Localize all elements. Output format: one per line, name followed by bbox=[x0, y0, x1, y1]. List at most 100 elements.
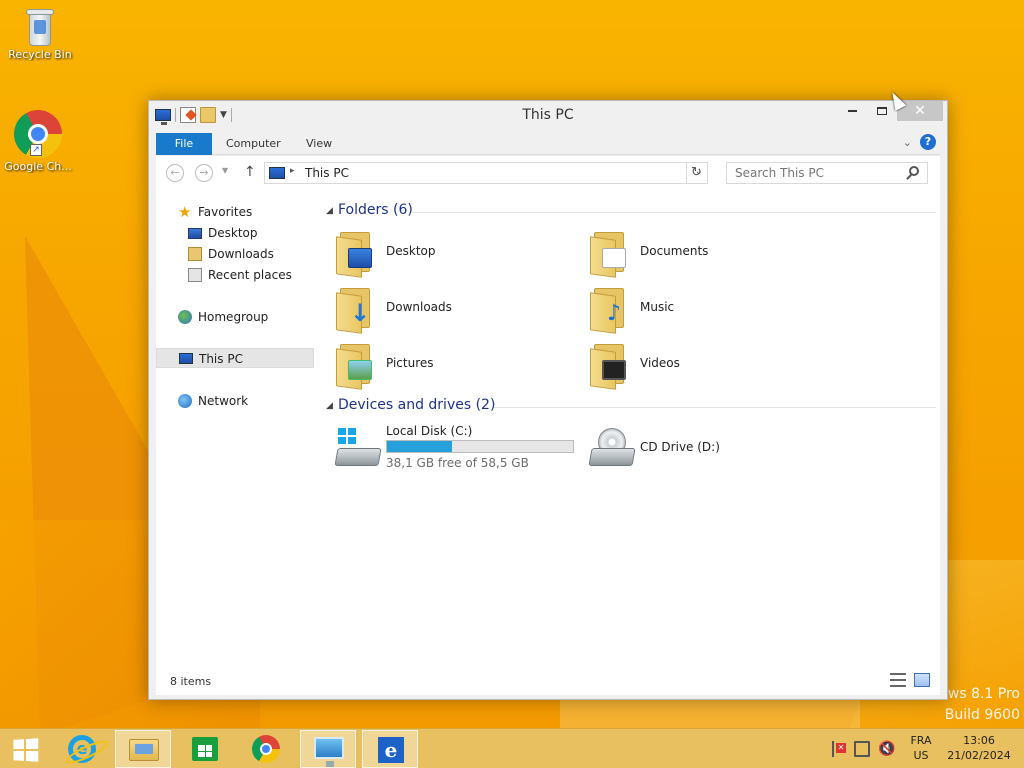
volume-muted-icon[interactable]: 🔇 bbox=[878, 741, 895, 757]
view-buttons bbox=[890, 673, 930, 687]
taskbar-file-explorer[interactable] bbox=[115, 730, 171, 768]
search-icon[interactable] bbox=[909, 166, 919, 176]
folder-label: Videos bbox=[640, 356, 680, 370]
breadcrumb-arrow-icon[interactable]: ▸ bbox=[290, 166, 295, 176]
expand-ribbon-chevron-icon[interactable]: ⌄ bbox=[903, 136, 912, 149]
sidebar-item-recent-places[interactable]: Recent places bbox=[156, 265, 314, 285]
tab-view[interactable]: View bbox=[292, 133, 346, 155]
recent-locations-chevron-icon[interactable]: ▼ bbox=[222, 166, 228, 175]
taskbar-store[interactable] bbox=[176, 730, 232, 768]
back-button[interactable]: ← bbox=[166, 164, 184, 182]
folder-label: Documents bbox=[640, 244, 709, 258]
network-status-icon[interactable] bbox=[854, 741, 870, 757]
drive-tile-cd-drive-d[interactable]: CD Drive (D:) bbox=[588, 422, 848, 478]
this-pc-icon bbox=[179, 353, 193, 364]
up-button[interactable]: ↑ bbox=[244, 164, 256, 180]
window-controls: ✕ bbox=[837, 101, 943, 121]
collapse-caret-icon[interactable]: ◢ bbox=[326, 206, 333, 216]
folder-tile-documents[interactable]: Documents bbox=[588, 228, 828, 280]
drive-tile-local-disk-c[interactable]: Local Disk (C:) 38,1 GB free of 58,5 GB bbox=[334, 422, 594, 478]
tab-computer[interactable]: Computer bbox=[212, 133, 295, 155]
desktop-icon-google-chrome[interactable]: ↗ Google Ch... bbox=[0, 110, 78, 173]
title-bar[interactable]: ▼ This PC ✕ bbox=[149, 101, 947, 131]
folder-tile-desktop[interactable]: Desktop bbox=[334, 228, 574, 280]
navigation-bar: ← → ▼ ↑ ▸ This PC ⌄ ↻ bbox=[156, 156, 940, 190]
videos-folder-icon bbox=[588, 342, 630, 390]
group-title: Devices and drives (2) bbox=[338, 397, 496, 413]
details-view-icon[interactable] bbox=[890, 673, 906, 687]
sidebar-item-favorites[interactable]: ★ Favorites bbox=[156, 202, 314, 222]
input-language-indicator[interactable]: FRA US bbox=[906, 733, 936, 763]
refresh-button[interactable]: ↻ bbox=[686, 163, 706, 183]
desktop-icon bbox=[188, 228, 202, 239]
sidebar-item-label: Desktop bbox=[208, 226, 258, 240]
folder-tile-downloads[interactable]: ↓ Downloads bbox=[334, 284, 574, 336]
folder-label: Desktop bbox=[386, 244, 436, 258]
taskbar-chrome[interactable] bbox=[238, 730, 294, 768]
explorer-content: ★ Favorites Desktop Downloads Recent pla… bbox=[156, 190, 940, 665]
clock-date: 21/02/2024 bbox=[947, 749, 1011, 762]
forward-button[interactable]: → bbox=[195, 164, 213, 182]
group-title: Folders (6) bbox=[338, 202, 413, 218]
collapse-caret-icon[interactable]: ◢ bbox=[326, 401, 333, 411]
sidebar-item-downloads[interactable]: Downloads bbox=[156, 244, 314, 264]
desktop-icon-label: Google Ch... bbox=[4, 160, 72, 173]
tab-file[interactable]: File bbox=[156, 133, 212, 155]
folder-tile-music[interactable]: ♪ Music bbox=[588, 284, 828, 336]
address-path[interactable]: This PC bbox=[305, 166, 349, 180]
network-icon bbox=[178, 394, 192, 408]
file-list: ◢ Folders (6) Desktop Documents ↓ Downlo… bbox=[326, 190, 936, 665]
watermark-build: Build 9600 bbox=[944, 707, 1020, 723]
internet-explorer-icon: e bbox=[378, 737, 404, 763]
keyboard-layout: US bbox=[913, 749, 929, 762]
window-title: This PC bbox=[522, 107, 574, 123]
internet-explorer-icon: e bbox=[68, 735, 96, 763]
ribbon-right-controls: ⌄ ? bbox=[903, 134, 936, 150]
windows-watermark: ows 8.1 Pro Build 9600 bbox=[939, 684, 1020, 726]
folder-tile-pictures[interactable]: Pictures bbox=[334, 340, 574, 392]
large-icons-view-icon[interactable] bbox=[914, 673, 930, 687]
folder-tile-videos[interactable]: Videos bbox=[588, 340, 828, 392]
ribbon-tabs: File Computer View ⌄ ? bbox=[156, 131, 940, 155]
windows-logo-icon bbox=[13, 738, 39, 762]
watermark-edition: ows 8.1 Pro bbox=[939, 686, 1020, 702]
recycle-bin-icon bbox=[25, 6, 55, 46]
cd-drive-icon bbox=[588, 428, 636, 468]
sidebar-item-desktop[interactable]: Desktop bbox=[156, 223, 314, 243]
start-button[interactable] bbox=[0, 730, 50, 768]
store-icon bbox=[192, 737, 218, 761]
star-icon: ★ bbox=[178, 203, 192, 221]
taskbar-internet-explorer[interactable]: e bbox=[54, 730, 110, 768]
chrome-icon bbox=[252, 735, 280, 763]
status-bar: 8 items bbox=[156, 665, 940, 695]
sidebar-item-label: Downloads bbox=[208, 247, 274, 261]
action-center-flag-icon[interactable] bbox=[830, 741, 846, 757]
desktop-icon-recycle-bin[interactable]: Recycle Bin bbox=[0, 6, 80, 61]
taskbar-internet-explorer-2[interactable]: e bbox=[362, 730, 418, 768]
sidebar-item-label: Favorites bbox=[198, 205, 253, 219]
language-code: FRA bbox=[910, 734, 932, 747]
group-header-folders[interactable]: ◢ Folders (6) bbox=[326, 202, 936, 222]
help-button[interactable]: ? bbox=[920, 134, 936, 150]
downloads-icon bbox=[188, 247, 202, 261]
address-bar[interactable]: ▸ This PC ⌄ bbox=[264, 162, 708, 184]
group-header-devices[interactable]: ◢ Devices and drives (2) bbox=[326, 397, 936, 417]
homegroup-icon bbox=[178, 310, 192, 324]
search-input[interactable] bbox=[735, 163, 905, 183]
sidebar-item-homegroup[interactable]: Homegroup bbox=[156, 307, 314, 327]
minimize-button[interactable] bbox=[837, 101, 867, 121]
drive-usage-fill bbox=[387, 441, 452, 452]
sidebar-item-network[interactable]: Network bbox=[156, 391, 314, 411]
group-divider bbox=[494, 407, 936, 408]
file-explorer-window: ▼ This PC ✕ File Computer View ⌄ ? ← → ▼… bbox=[148, 100, 948, 700]
drive-free-space: 38,1 GB free of 58,5 GB bbox=[386, 456, 529, 470]
clock[interactable]: 13:06 21/02/2024 bbox=[944, 733, 1014, 763]
folder-label: Downloads bbox=[386, 300, 452, 314]
this-pc-icon bbox=[269, 167, 285, 179]
downloads-folder-icon: ↓ bbox=[334, 286, 376, 334]
search-box[interactable] bbox=[726, 162, 928, 184]
chrome-icon: ↗ bbox=[14, 110, 62, 158]
sidebar-item-this-pc[interactable]: This PC bbox=[156, 348, 314, 368]
maximize-icon bbox=[877, 106, 887, 115]
taskbar-remote-desktop[interactable] bbox=[300, 730, 356, 768]
